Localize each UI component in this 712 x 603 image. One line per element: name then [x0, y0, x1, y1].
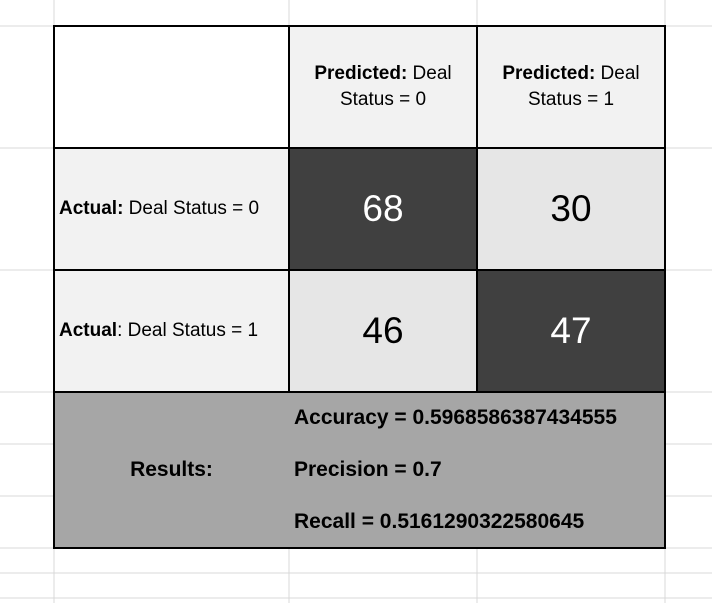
recall-text: Recall = 0.5161290322580645 — [294, 510, 585, 533]
border-row2 — [53, 269, 666, 271]
header-predicted-0[interactable]: Predicted: Deal Status = 0 — [289, 26, 477, 148]
header-predicted-0-text: Deal — [407, 63, 452, 84]
border-col1 — [288, 25, 290, 393]
border-row3 — [53, 391, 666, 393]
cell-false-positive[interactable]: 30 — [477, 148, 665, 270]
cell-false-negative[interactable]: 46 — [289, 270, 477, 392]
accuracy-text: Accuracy = 0.5968586387434555 — [294, 406, 617, 429]
border-top — [53, 25, 666, 27]
row-label-actual-1-bold: Actual — [59, 320, 118, 341]
border-row1 — [53, 147, 666, 149]
cell-false-positive-value: 30 — [550, 188, 592, 229]
border-left — [53, 25, 55, 549]
row-label-actual-0-text: Deal Status = 0 — [123, 198, 260, 219]
header-predicted-1-line2: Status = 1 — [527, 89, 615, 110]
row-label-actual-0-bold: Actual: — [59, 198, 124, 219]
border-right — [664, 25, 666, 549]
border-bottom — [53, 547, 666, 549]
row-label-actual-1-text: : Deal Status = 1 — [117, 320, 259, 341]
header-predicted-1[interactable]: Predicted: Deal Status = 1 — [477, 26, 665, 148]
cell-true-negative-value: 68 — [362, 188, 404, 229]
border-col2 — [476, 25, 478, 393]
header-predicted-0-bold: Predicted: — [314, 63, 408, 84]
results-label: Results: — [54, 392, 289, 548]
cell-true-negative[interactable]: 68 — [289, 148, 477, 270]
row-label-actual-1[interactable]: Actual: Deal Status = 1 — [54, 270, 289, 392]
header-predicted-1-bold: Predicted: — [502, 63, 596, 84]
header-predicted-0-line2: Status = 0 — [339, 89, 427, 110]
row-label-actual-0[interactable]: Actual: Deal Status = 0 — [54, 148, 289, 270]
header-predicted-1-text: Deal — [595, 63, 640, 84]
cell-true-positive-value: 47 — [550, 310, 592, 351]
cell-false-negative-value: 46 — [362, 310, 404, 351]
cell-true-positive[interactable]: 47 — [477, 270, 665, 392]
results-label-text: Results: — [130, 458, 213, 481]
precision-text: Precision = 0.7 — [294, 458, 442, 481]
empty-corner-cell[interactable] — [54, 26, 289, 148]
